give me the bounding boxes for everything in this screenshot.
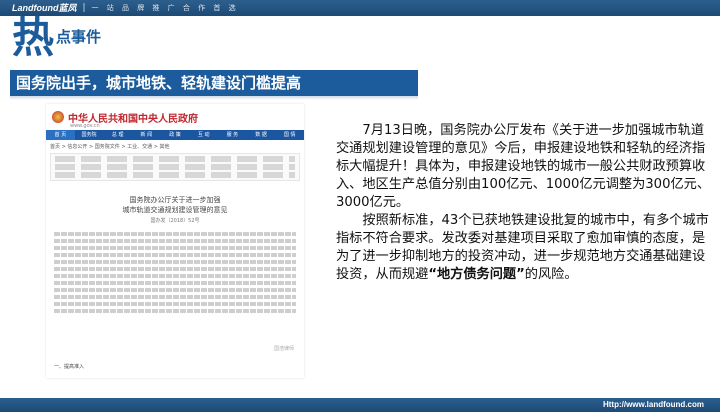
document-number: 国办发〔2018〕52号 bbox=[150, 218, 200, 224]
banner-divider: | bbox=[82, 3, 86, 13]
document-section-heading: 一、提高准入 bbox=[54, 364, 85, 370]
gov-breadcrumb: 首页 > 信息公开 > 国务院文件 > 工业、交通 > 其他 bbox=[50, 144, 170, 150]
gov-site-nav: 首 页 国务院 总 理 新 闻 政 策 互 动 服 务 数 据 国 情 bbox=[46, 130, 304, 140]
article-emphasis: “地方债务问题” bbox=[428, 267, 525, 282]
headline-shadow bbox=[10, 96, 418, 100]
text-line bbox=[54, 302, 296, 306]
article-text: 7月13日晚，国务院办公厅发布《关于进一步加强城市轨道交通规划建设管理的意见》今… bbox=[336, 122, 712, 284]
text-line bbox=[54, 281, 296, 285]
text-line bbox=[54, 260, 296, 264]
banner-slogan: 一 站 品 牌 推 广 合 作 首 选 bbox=[91, 4, 239, 12]
gov-nav-item: 新 闻 bbox=[140, 132, 153, 138]
gov-nav-item: 服 务 bbox=[226, 132, 239, 138]
document-title: 国务院办公厅关于进一步加强 城市轨道交通规划建设管理的意见 bbox=[46, 195, 304, 215]
gov-nav-item: 政 策 bbox=[169, 132, 181, 138]
text-line bbox=[54, 253, 296, 257]
headline-bar: 国务院出手，城市地铁、轻轨建设门槛提高 bbox=[10, 70, 418, 96]
gov-nav-item: 首 页 bbox=[46, 130, 75, 140]
national-emblem-icon bbox=[52, 111, 64, 123]
top-banner: Landfound蓝凤 | 一 站 品 牌 推 广 合 作 首 选 bbox=[0, 0, 720, 16]
gov-nav-item: 国务院 bbox=[81, 132, 97, 138]
text-line bbox=[54, 274, 296, 278]
meta-row bbox=[55, 172, 295, 178]
article-paragraph-1: 7月13日晚，国务院办公厅发布《关于进一步加强城市轨道交通规划建设管理的意见》今… bbox=[336, 123, 711, 210]
gov-nav-item: 总 理 bbox=[111, 132, 124, 138]
text-line bbox=[54, 267, 296, 271]
gov-site-url: www.gov.cn bbox=[70, 123, 100, 129]
gov-nav-item: 国 情 bbox=[283, 132, 296, 138]
text-line bbox=[54, 239, 296, 243]
meta-row bbox=[55, 164, 295, 170]
article-paragraph-2-end: 的风险。 bbox=[524, 267, 578, 282]
text-line bbox=[54, 295, 296, 299]
text-line bbox=[54, 232, 296, 236]
article-paragraph-2: 按照新标准，43个已获地铁建设批复的城市中，有多个城市指标不符合要求。发改委对基… bbox=[336, 212, 712, 284]
gov-document-screenshot: 中华人民共和国中央人民政府 www.gov.cn 首 页 国务院 总 理 新 闻… bbox=[12, 104, 312, 384]
footer-url-link[interactable]: Http://www.landfound.com bbox=[603, 400, 704, 409]
hot-title-sub: 点事件 bbox=[56, 28, 102, 46]
gov-nav-item: 数 据 bbox=[255, 132, 267, 138]
meta-row bbox=[55, 156, 295, 162]
document-body-text bbox=[54, 232, 296, 313]
text-line bbox=[54, 288, 296, 292]
document-title-line: 国务院办公厅关于进一步加强 bbox=[129, 196, 221, 204]
bottom-banner: Http://www.landfound.com bbox=[0, 398, 720, 412]
text-line bbox=[54, 246, 296, 250]
document-page: 中华人民共和国中央人民政府 www.gov.cn 首 页 国务院 总 理 新 闻… bbox=[46, 104, 304, 378]
document-watermark: 国浩律师 bbox=[273, 346, 294, 352]
text-line bbox=[54, 309, 296, 313]
hot-title-char: 热 bbox=[12, 13, 55, 62]
document-meta-table bbox=[50, 153, 300, 181]
gov-nav-item: 互 动 bbox=[197, 132, 210, 138]
document-title-line: 城市轨道交通规划建设管理的意见 bbox=[122, 206, 228, 214]
